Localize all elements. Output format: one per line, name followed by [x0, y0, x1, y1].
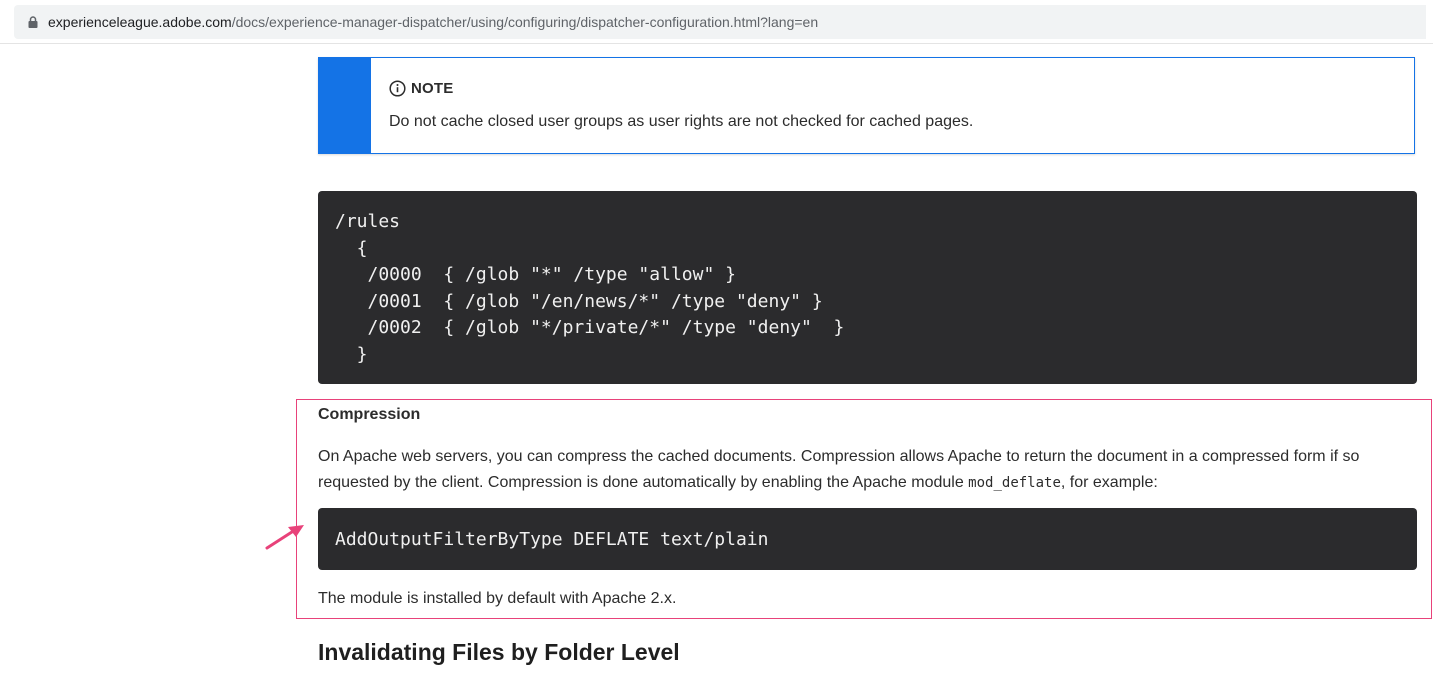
address-bar[interactable]: experienceleague.adobe.com/docs/experien… [14, 5, 1426, 39]
inline-code-mod-deflate: mod_deflate [968, 475, 1061, 491]
info-icon [389, 80, 406, 97]
rules-code-block: /rules { /0000 { /glob "*" /type "allow"… [318, 191, 1417, 384]
note-title: NOTE [389, 80, 973, 97]
deflate-code-block: AddOutputFilterByType DEFLATE text/plain [318, 508, 1417, 570]
deflate-code: AddOutputFilterByType DEFLATE text/plain [335, 528, 769, 550]
module-note: The module is installed by default with … [318, 590, 677, 607]
annotation-arrow-icon [265, 525, 304, 550]
url-host: experienceleague.adobe.com [48, 14, 232, 30]
url-path: /docs/experience-manager-dispatcher/usin… [231, 14, 819, 30]
rules-code: /rules { /0000 { /glob "*" /type "allow"… [335, 211, 845, 365]
section-heading-invalidating: Invalidating Files by Folder Level [318, 639, 680, 665]
lock-icon[interactable] [28, 16, 38, 28]
note-text: Do not cache closed user groups as user … [389, 113, 974, 130]
compression-paragraph: On Apache web servers, you can compress … [318, 444, 1398, 496]
compression-heading: Compression [318, 406, 421, 423]
divider [0, 43, 1433, 44]
para-text-before: On Apache web servers, you can compress … [318, 448, 1360, 491]
note-title-text: NOTE [411, 80, 454, 97]
para-text-after: , for example: [1060, 474, 1158, 491]
note-accent-bar [319, 58, 371, 153]
note-callout: NOTE Do not cache closed user groups as … [318, 57, 1415, 154]
